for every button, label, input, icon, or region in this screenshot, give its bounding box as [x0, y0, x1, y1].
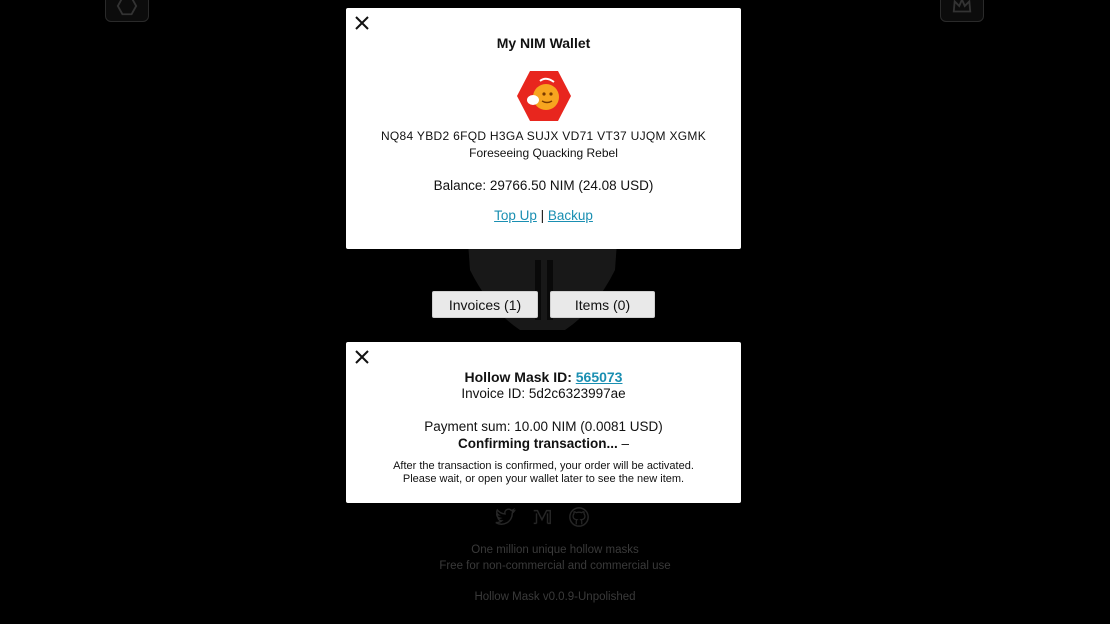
transaction-status: Confirming transaction... – [346, 436, 741, 451]
wallet-label: Foreseeing Quacking Rebel [469, 146, 618, 160]
hexagon-icon [116, 0, 138, 16]
social-links [494, 506, 590, 533]
close-icon [355, 350, 369, 364]
twitter-icon [495, 507, 517, 525]
wallet-links: Top Up | Backup [346, 208, 741, 223]
wallet-balance: Balance: 29766.50 NIM (24.08 USD) [433, 178, 654, 193]
invoice-id: Invoice ID: 5d2c6323997ae [461, 386, 626, 401]
github-icon [569, 507, 589, 527]
status-spinner: – [617, 436, 630, 451]
hexagon-button[interactable] [105, 0, 149, 22]
crown-icon [952, 0, 972, 13]
tab-items[interactable]: Items (0) [550, 291, 655, 318]
note-line-1: After the transaction is confirmed, your… [393, 460, 694, 472]
footer-license: Free for non-commercial and commercial u… [439, 560, 671, 572]
backup-link[interactable]: Backup [548, 208, 593, 223]
wallet-modal: My NIM Wallet NQ84 YBD2 6FQD H3GA SUJX V… [346, 8, 741, 249]
mask-id-prefix: Hollow Mask ID: [464, 369, 576, 385]
wallet-title: My NIM Wallet [496, 35, 591, 51]
status-text: Confirming transaction... [457, 436, 618, 451]
tab-invoices[interactable]: Invoices (1) [432, 291, 538, 318]
github-link[interactable] [568, 506, 590, 533]
medium-icon [533, 509, 551, 525]
link-separator: | [540, 208, 545, 223]
note-line-2: Please wait, or open your wallet later t… [402, 473, 685, 485]
top-up-link[interactable]: Top Up [494, 208, 537, 223]
footer-version: Hollow Mask v0.0.9-Unpolished [474, 591, 636, 603]
payment-sum: Payment sum: 10.00 NIM (0.0081 USD) [424, 419, 663, 434]
close-icon [355, 16, 369, 30]
wallet-close-button[interactable] [354, 15, 370, 31]
twitter-link[interactable] [494, 506, 517, 533]
invoice-close-button[interactable] [354, 349, 370, 365]
crown-button[interactable] [940, 0, 984, 22]
wallet-address: NQ84 YBD2 6FQD H3GA SUJX VD71 VT37 UJQM … [380, 129, 707, 143]
invoice-modal: Hollow Mask ID: 565073 Invoice ID: 5d2c6… [346, 342, 741, 503]
confirmation-note: After the transaction is confirmed, your… [346, 460, 741, 486]
wallet-identicon [517, 71, 571, 121]
footer-tagline: One million unique hollow masks [471, 544, 639, 556]
mask-id-link[interactable]: 565073 [576, 369, 623, 385]
mask-id-line: Hollow Mask ID: 565073 [346, 369, 741, 385]
medium-link[interactable] [531, 506, 553, 533]
